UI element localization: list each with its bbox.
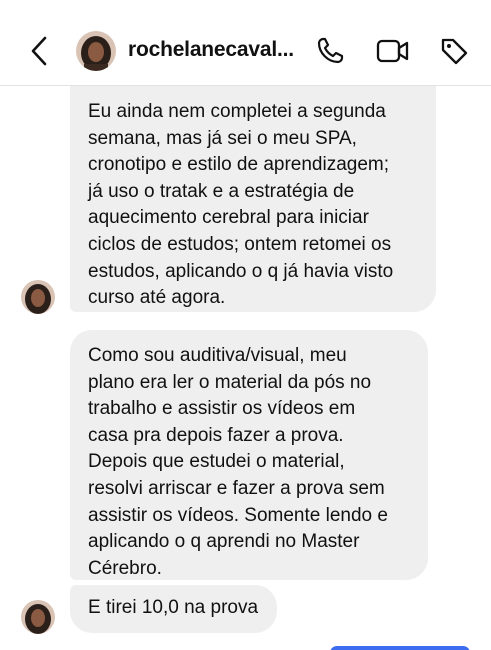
message-text: E tirei 10,0 na prova	[88, 597, 259, 618]
message-bubble[interactable]: E tirei 10,0 na prova	[70, 585, 277, 633]
message-bubble[interactable]: Como sou auditiva/visual, meu plano era …	[70, 330, 428, 580]
chat-screen: rochelanecaval... Eu ainda nem completei…	[0, 0, 491, 650]
video-call-button[interactable]	[376, 34, 410, 68]
contact-avatar[interactable]	[76, 31, 116, 71]
voice-call-button[interactable]	[313, 34, 347, 68]
back-button[interactable]	[26, 34, 52, 68]
tag-icon	[441, 38, 468, 65]
message-bubble[interactable]: Eu ainda nem completei a segunda semana,…	[70, 86, 436, 312]
chevron-left-icon	[31, 36, 47, 66]
message-text: Eu ainda nem completei a segunda semana,…	[88, 101, 394, 309]
phone-icon	[317, 37, 344, 64]
sender-avatar[interactable]	[21, 600, 55, 634]
chat-header: rochelanecaval...	[0, 0, 491, 86]
sent-message-bubble-partial[interactable]	[330, 646, 470, 650]
sender-avatar[interactable]	[21, 280, 55, 314]
contact-username[interactable]: rochelanecaval...	[128, 38, 302, 62]
message-text: Como sou auditiva/visual, meu plano era …	[88, 345, 388, 579]
tag-button[interactable]	[437, 34, 471, 68]
video-camera-icon	[376, 39, 409, 63]
